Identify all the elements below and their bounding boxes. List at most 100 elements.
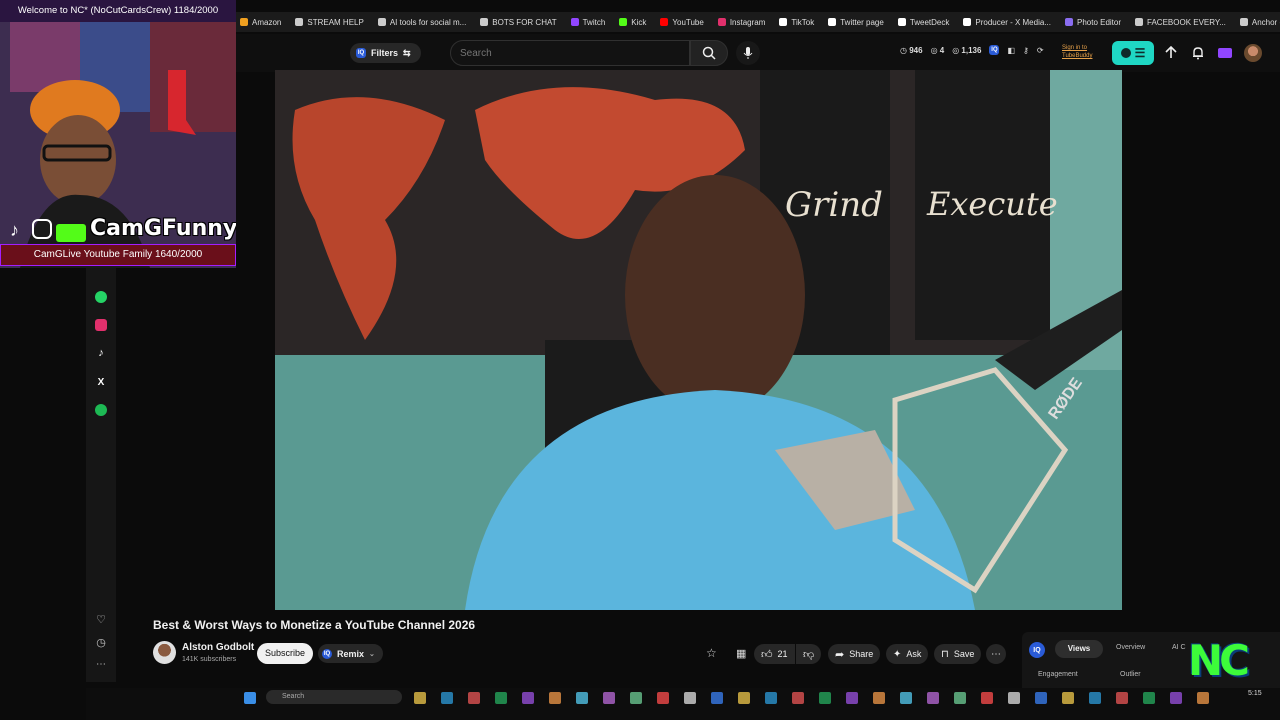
- bookmark-label: TweetDeck: [909, 17, 950, 27]
- save-label: Save: [953, 649, 975, 659]
- spotify-button[interactable]: [92, 401, 110, 419]
- channel-name[interactable]: Alston Godbolt: [182, 642, 254, 653]
- bookmark-item[interactable]: Twitter page: [828, 18, 884, 27]
- bookmark-item[interactable]: AI tools for social m...: [377, 17, 467, 27]
- taskbar-app-icon[interactable]: [1008, 692, 1020, 704]
- save-button[interactable]: ⊓ Save: [934, 644, 982, 664]
- taskbar-app-icon[interactable]: [711, 692, 723, 704]
- taskbar-app-icon[interactable]: [954, 692, 966, 704]
- create-button[interactable]: ☰: [1112, 41, 1154, 65]
- taskbar-app-icon[interactable]: [900, 692, 912, 704]
- share-button[interactable]: ➦ Share: [828, 644, 881, 664]
- taskbar-app-icon[interactable]: [657, 692, 669, 704]
- taskbar-app-icon[interactable]: [441, 692, 453, 704]
- ask-button[interactable]: ✦ Ask: [886, 644, 929, 664]
- taskbar-app-icon[interactable]: [522, 692, 534, 704]
- history-button[interactable]: ◷: [92, 633, 110, 651]
- bookmark-item[interactable]: Twitch: [570, 18, 605, 27]
- bookmark-item[interactable]: Amazon: [240, 18, 281, 27]
- taskbar-app-icon[interactable]: [495, 692, 507, 704]
- bookmark-item[interactable]: STREAM HELP: [295, 18, 364, 27]
- bookmark-label: Twitter page: [840, 17, 884, 27]
- tubebuddy-signin-link[interactable]: Sign in to TubeBuddy: [1062, 44, 1092, 60]
- bookmark-item[interactable]: Photo Editor: [1064, 18, 1121, 27]
- bookmark-icon: [1064, 18, 1073, 26]
- search-button[interactable]: [690, 40, 728, 66]
- ask-label: Ask: [906, 649, 922, 659]
- tiktok-button[interactable]: ♪: [92, 344, 110, 362]
- more-button[interactable]: ⋯: [92, 655, 110, 673]
- instagram-button[interactable]: [92, 316, 110, 334]
- bookmark-icon: ⊓: [941, 648, 949, 660]
- taskbar-app-icon[interactable]: [549, 692, 561, 704]
- bookmark-item[interactable]: TweetDeck: [897, 17, 950, 27]
- search-input[interactable]: [450, 40, 690, 66]
- taskbar-app-icon[interactable]: [576, 692, 588, 704]
- dislike-button[interactable]: 👎︎: [796, 644, 822, 664]
- tiktok-overlay-icon: ♪: [10, 220, 19, 240]
- sliders-icon: ⇆: [403, 47, 411, 58]
- favorite-star-icon[interactable]: ☆: [706, 646, 717, 660]
- more-actions-button[interactable]: ⋯: [986, 644, 1006, 664]
- tab-overview[interactable]: Overview: [1116, 644, 1145, 651]
- bookmark-item[interactable]: Producer - X Media...: [963, 18, 1051, 27]
- bookmark-label: AI tools for social m...: [389, 17, 467, 27]
- vidiq-icon[interactable]: IQ: [1029, 642, 1045, 658]
- taskbar-app-icon[interactable]: [1062, 692, 1074, 704]
- subscribe-button[interactable]: Subscribe: [257, 643, 314, 664]
- bookmark-item[interactable]: Anchor - PODCAST: [1239, 18, 1280, 27]
- refresh-icon[interactable]: ⟳: [1037, 46, 1044, 55]
- nc-logo: NC: [1188, 636, 1250, 685]
- whatsapp-button[interactable]: [92, 288, 110, 306]
- bookmark-item[interactable]: Kick: [619, 18, 646, 27]
- taskbar-app-icon[interactable]: [1170, 692, 1182, 704]
- taskbar-app-icon[interactable]: [1116, 692, 1128, 704]
- remix-button[interactable]: IQ Remix ⌄: [318, 644, 383, 663]
- grid-icon[interactable]: ▦: [736, 647, 746, 660]
- channel-avatar[interactable]: [153, 641, 176, 664]
- account-avatar[interactable]: [1244, 44, 1262, 62]
- extension-button[interactable]: [1216, 44, 1234, 62]
- bookmark-item[interactable]: BOTS FOR CHAT: [480, 18, 557, 27]
- key-icon[interactable]: ⚷: [1023, 46, 1029, 55]
- taskbar-app-icon[interactable]: [1035, 692, 1047, 704]
- taskbar-app-icon[interactable]: [765, 692, 777, 704]
- like-button[interactable]: 👍︎ 21: [754, 644, 795, 664]
- filters-button[interactable]: IQ Filters ⇆: [350, 43, 421, 63]
- windows-start-icon[interactable]: [244, 692, 256, 704]
- taskbar-app-icon[interactable]: [873, 692, 885, 704]
- extension-icon[interactable]: ◧: [1007, 46, 1015, 55]
- bookmark-item[interactable]: Instagram: [717, 18, 765, 27]
- bookmark-icon: [1135, 18, 1144, 26]
- taskbar-app-icon[interactable]: [1089, 692, 1101, 704]
- taskbar-app-icon[interactable]: [684, 692, 696, 704]
- clock-icon: ◷: [96, 636, 106, 649]
- liked-button[interactable]: ♡: [92, 610, 110, 628]
- taskbar-app-icon[interactable]: [414, 692, 426, 704]
- taskbar-app-icon[interactable]: [846, 692, 858, 704]
- taskbar-app-icon[interactable]: [792, 692, 804, 704]
- bookmark-item[interactable]: TikTok: [779, 18, 814, 27]
- taskbar-search[interactable]: Search: [266, 690, 402, 704]
- taskbar-app-icon[interactable]: [981, 692, 993, 704]
- taskbar-app-icon[interactable]: [1143, 692, 1155, 704]
- voice-search-button[interactable]: [736, 41, 760, 65]
- bookmark-item[interactable]: YouTube: [660, 18, 704, 27]
- tab-views[interactable]: Views: [1055, 640, 1103, 658]
- notifications-button[interactable]: [1189, 44, 1207, 62]
- taskbar-app-icon[interactable]: [1197, 692, 1209, 704]
- taskbar-app-icon[interactable]: [819, 692, 831, 704]
- taskbar-app-icon[interactable]: [738, 692, 750, 704]
- upload-button[interactable]: [1162, 44, 1180, 62]
- video-player[interactable]: Grind Execute RØDE: [275, 70, 1122, 610]
- tab-ai[interactable]: AI C: [1172, 644, 1186, 651]
- x-button[interactable]: X: [92, 373, 110, 391]
- poster-execute-text: Execute: [927, 185, 1058, 223]
- taskbar-app-icon[interactable]: [603, 692, 615, 704]
- taskbar-app-icon[interactable]: [927, 692, 939, 704]
- bookmark-icon: [660, 18, 669, 26]
- taskbar-app-icon[interactable]: [630, 692, 642, 704]
- bookmark-icon: [619, 18, 628, 26]
- bookmark-item[interactable]: FACEBOOK EVERY...: [1135, 18, 1226, 27]
- taskbar-app-icon[interactable]: [468, 692, 480, 704]
